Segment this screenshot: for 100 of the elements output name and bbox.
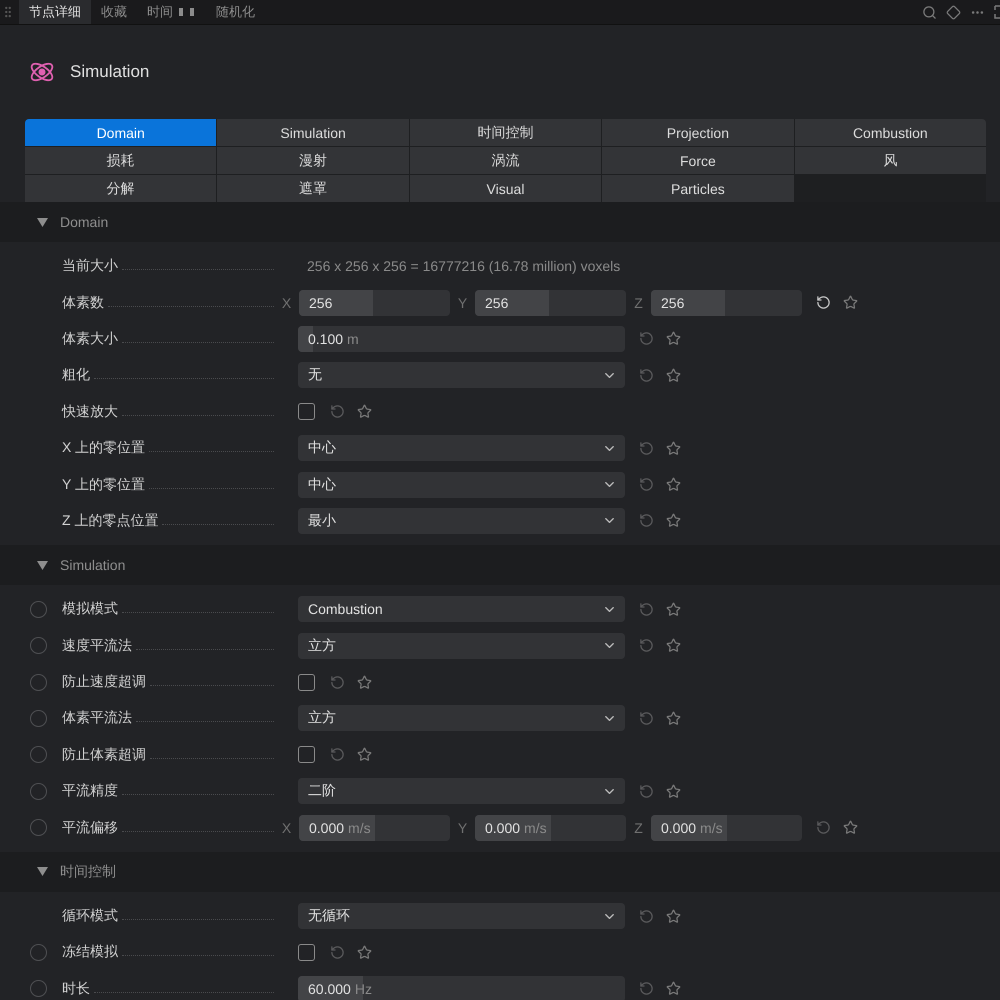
panel-tab[interactable]: 时间 xyxy=(137,0,206,24)
dropdown[interactable]: 中心 xyxy=(298,472,625,498)
axis-label: Z xyxy=(633,294,644,311)
keyframe-circle[interactable] xyxy=(30,637,47,654)
property-label: 循环模式 xyxy=(62,907,118,926)
number-field[interactable]: 0.000 m/s xyxy=(299,814,450,841)
keyframe-circle[interactable] xyxy=(30,782,47,800)
section-tab[interactable]: Combustion xyxy=(794,119,986,146)
star-icon[interactable] xyxy=(666,908,681,924)
star-icon[interactable] xyxy=(357,674,372,690)
star-icon[interactable] xyxy=(357,747,372,762)
dropdown[interactable]: 无循环 xyxy=(298,903,625,930)
star-icon[interactable] xyxy=(666,710,681,726)
property-label: 体素大小 xyxy=(62,330,118,348)
property-label: X 上的零位置 xyxy=(62,439,146,458)
star-icon[interactable] xyxy=(843,295,858,310)
axis-label: Z xyxy=(633,820,644,836)
dropdown[interactable]: 中心 xyxy=(298,435,625,462)
section-tab[interactable]: Projection xyxy=(602,119,794,146)
keyframe-circle[interactable] xyxy=(30,710,47,727)
star-icon[interactable] xyxy=(357,944,372,960)
star-icon[interactable] xyxy=(666,477,681,492)
property-label: Z 上的零点位置 xyxy=(62,512,158,530)
section-tab[interactable]: 损耗 xyxy=(25,147,216,174)
property-label: 平流精度 xyxy=(62,782,118,800)
diamond-icon[interactable] xyxy=(946,4,961,20)
property-label: 冻结模拟 xyxy=(62,943,118,962)
keyframe-circle[interactable] xyxy=(30,674,47,691)
number-field[interactable]: 256 xyxy=(299,290,450,316)
unit-text: m xyxy=(347,330,359,347)
node-title: Simulation xyxy=(70,62,150,82)
keyframe-circle[interactable] xyxy=(30,746,47,764)
keyframe-circle[interactable] xyxy=(30,819,47,836)
number-field[interactable]: 256 xyxy=(651,290,802,316)
property-label: 模拟模式 xyxy=(62,600,118,618)
checkbox[interactable] xyxy=(298,403,315,420)
section-tab[interactable]: 时间控制 xyxy=(410,119,602,146)
section-tab[interactable]: Visual xyxy=(410,175,602,202)
section-tab[interactable]: Domain xyxy=(25,119,216,146)
section-tab[interactable]: 分解 xyxy=(25,175,216,202)
keyframe-circle[interactable] xyxy=(30,944,47,961)
star-icon[interactable] xyxy=(666,784,681,799)
property-label: 粗化 xyxy=(62,366,90,384)
checkbox[interactable] xyxy=(298,674,315,691)
star-icon[interactable] xyxy=(666,981,681,996)
section-tab[interactable]: Simulation xyxy=(217,119,409,146)
section-tab[interactable]: 涡流 xyxy=(410,147,602,174)
star-icon[interactable] xyxy=(843,820,858,836)
panel-tab[interactable]: 随机化 xyxy=(206,0,265,24)
number-field[interactable]: 0.000 m/s xyxy=(651,814,802,841)
number-field[interactable]: 60.000 Hz xyxy=(298,976,625,1000)
dropdown[interactable]: 最小 xyxy=(298,508,625,534)
section-title: Domain xyxy=(60,214,108,230)
dropdown[interactable]: 无 xyxy=(298,362,625,388)
number-field[interactable]: 256 xyxy=(475,290,626,316)
number-field[interactable]: 0.100 m xyxy=(298,326,625,352)
property-label: 速度平流法 xyxy=(62,636,132,655)
dropdown[interactable]: 立方 xyxy=(298,705,625,732)
checkbox[interactable] xyxy=(298,944,315,961)
expand-icon[interactable] xyxy=(994,5,1000,19)
star-icon[interactable] xyxy=(666,638,681,654)
axis-label: X xyxy=(280,820,292,836)
bars-icon xyxy=(178,7,196,17)
property-label: 时长 xyxy=(62,980,90,998)
panel-tab[interactable]: 节点详细 xyxy=(19,0,91,24)
info-text: 256 x 256 x 256 = 16777216 (16.78 million) voxels xyxy=(307,258,620,274)
star-icon[interactable] xyxy=(666,602,681,617)
star-icon[interactable] xyxy=(666,440,681,456)
unit-text: m/s xyxy=(348,820,371,836)
section-tab[interactable]: 风 xyxy=(794,147,986,174)
unit-text: m/s xyxy=(700,820,723,836)
axis-label: Y xyxy=(456,294,468,311)
checkbox[interactable] xyxy=(298,746,315,764)
star-icon[interactable] xyxy=(666,513,681,528)
keyframe-circle[interactable] xyxy=(30,980,47,998)
number-field[interactable]: 0.000 m/s xyxy=(475,814,626,841)
section-header[interactable]: Simulation xyxy=(0,545,1000,586)
axis-label: Y xyxy=(456,820,468,836)
property-label: 平流偏移 xyxy=(62,818,118,837)
unit-text: Hz xyxy=(354,980,372,997)
keyframe-circle[interactable] xyxy=(30,600,47,618)
dropdown[interactable]: 二阶 xyxy=(298,778,625,804)
section-tab[interactable]: Particles xyxy=(602,175,794,202)
section-tab[interactable]: 遮罩 xyxy=(217,175,409,202)
property-label: 当前大小 xyxy=(62,257,118,276)
section-header[interactable]: 时间控制 xyxy=(0,852,1000,892)
star-icon[interactable] xyxy=(666,331,681,346)
property-label: Y 上的零位置 xyxy=(62,476,145,494)
dropdown[interactable]: Combustion xyxy=(298,596,625,622)
section-tab[interactable]: 漫射 xyxy=(217,147,409,174)
property-label: 体素平流法 xyxy=(62,709,132,728)
panel-tab[interactable]: 收藏 xyxy=(91,0,137,24)
section-tab[interactable]: Force xyxy=(602,147,794,174)
dropdown[interactable]: 立方 xyxy=(298,632,625,659)
search-icon[interactable] xyxy=(922,4,937,20)
section-title: Simulation xyxy=(60,557,126,574)
section-header[interactable]: Domain xyxy=(0,202,1000,242)
property-label: 防止速度超调 xyxy=(62,673,146,692)
star-icon[interactable] xyxy=(666,368,681,383)
star-icon[interactable] xyxy=(357,404,372,420)
